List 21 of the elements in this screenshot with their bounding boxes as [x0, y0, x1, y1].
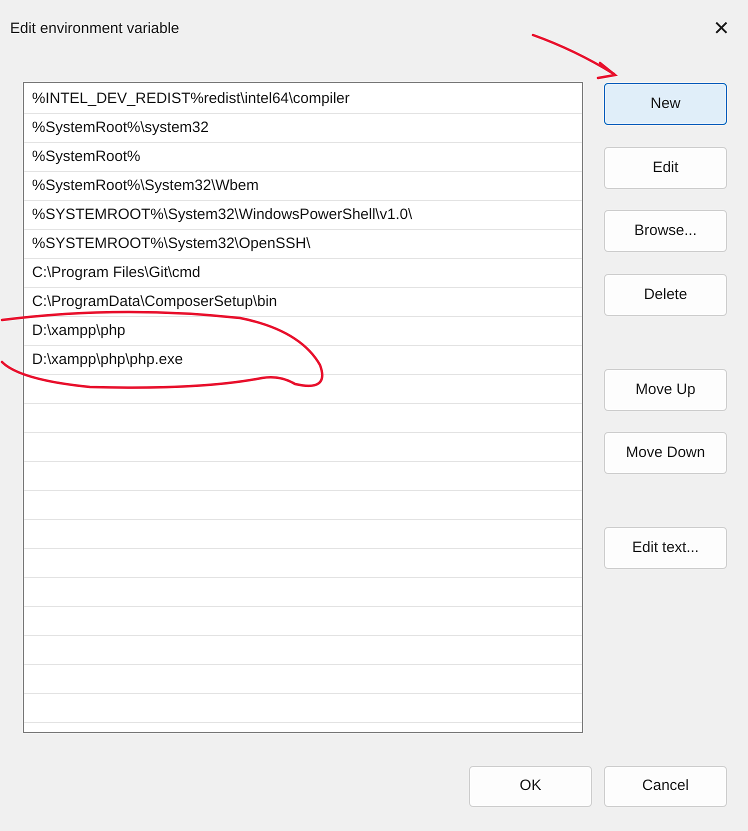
- path-entry[interactable]: %SystemRoot%\system32: [32, 116, 209, 140]
- path-entry[interactable]: C:\ProgramData\ComposerSetup\bin: [32, 290, 278, 314]
- path-entry[interactable]: %SYSTEMROOT%\System32\WindowsPowerShell\v1.0\: [32, 204, 412, 226]
- side-button[interactable]: Edit: [604, 147, 727, 189]
- side-button[interactable]: Move Down: [604, 432, 727, 474]
- path-entry[interactable]: D:\xampp\php\php.exe: [32, 348, 183, 372]
- path-entry[interactable]: %SystemRoot%: [32, 146, 140, 168]
- side-button[interactable]: Edit text...: [604, 527, 727, 569]
- side-button[interactable]: Move Up: [604, 369, 727, 411]
- path-entry[interactable]: %INTEL_DEV_REDIST%redist\intel64\compiler: [32, 88, 350, 110]
- dialog-button[interactable]: OK: [469, 766, 592, 807]
- path-entry[interactable]: %SystemRoot%\System32\Wbem: [32, 174, 259, 198]
- path-entry[interactable]: C:\Program Files\Git\cmd: [32, 262, 200, 284]
- side-button[interactable]: Browse...: [604, 210, 727, 252]
- side-button[interactable]: Delete: [604, 274, 727, 316]
- path-entry[interactable]: D:\xampp\php: [32, 320, 126, 342]
- side-button[interactable]: New: [604, 83, 727, 125]
- path-entry[interactable]: %SYSTEMROOT%\System32\OpenSSH\: [32, 232, 310, 256]
- close-button[interactable]: ✕: [709, 19, 734, 39]
- window-title: Edit environment variable: [10, 18, 180, 39]
- dialog-button[interactable]: Cancel: [604, 766, 727, 807]
